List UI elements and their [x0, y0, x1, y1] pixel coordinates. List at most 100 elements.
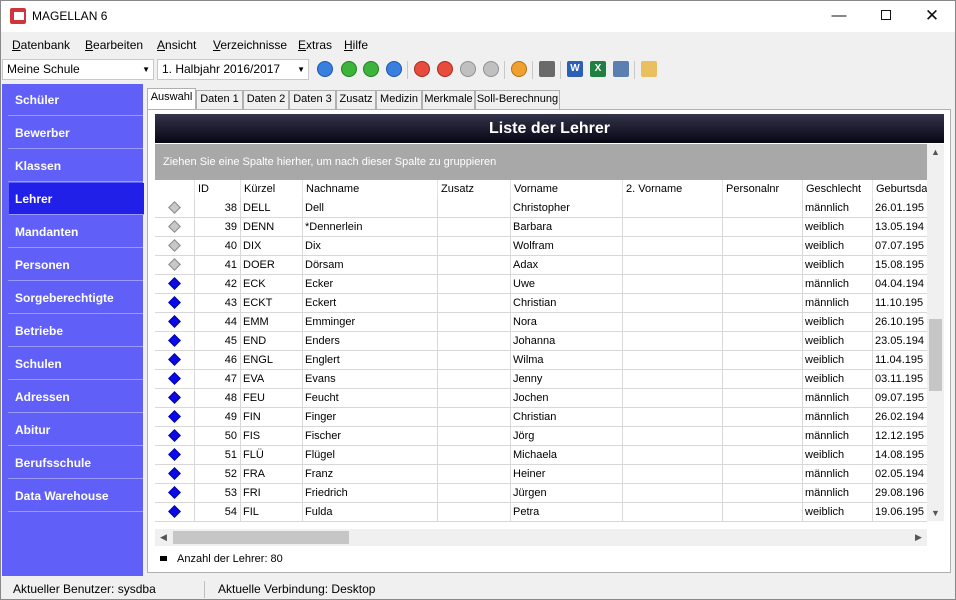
- tab-daten-2[interactable]: Daten 2: [243, 90, 289, 109]
- table-row[interactable]: 46 ENGL Englert Wilma weiblich 11.04.195: [155, 351, 927, 370]
- tab-medizin[interactable]: Medizin: [376, 90, 422, 109]
- cell-2-vorname[interactable]: [623, 408, 723, 427]
- cell-personalnr[interactable]: [723, 218, 803, 237]
- cell-geschlecht[interactable]: weiblich: [803, 332, 873, 351]
- cell-vorname[interactable]: Adax: [511, 256, 623, 275]
- header-kuerzel[interactable]: Kürzel: [241, 180, 303, 199]
- cell-status[interactable]: [155, 313, 195, 332]
- cell-status[interactable]: [155, 351, 195, 370]
- cell-nachname[interactable]: Eckert: [303, 294, 438, 313]
- cell-kuerzel[interactable]: DOER: [241, 256, 303, 275]
- table-row[interactable]: 43 ECKT Eckert Christian männlich 11.10.195: [155, 294, 927, 313]
- cell-zusatz[interactable]: [438, 427, 511, 446]
- cell-vorname[interactable]: Christian: [511, 408, 623, 427]
- cell-geburtsdatum[interactable]: 26.02.194: [873, 408, 927, 427]
- table-row[interactable]: 39 DENN *Dennerlein Barbara weiblich 13.05.19…: [155, 218, 927, 237]
- cell-kuerzel[interactable]: FIS: [241, 427, 303, 446]
- header-geburtsdatum[interactable]: Geburtsda: [873, 180, 927, 199]
- cell-id[interactable]: 53: [195, 484, 241, 503]
- cell-2-vorname[interactable]: [623, 218, 723, 237]
- cell-id[interactable]: 38: [195, 199, 241, 218]
- menu-ansicht[interactable]: Ansicht: [157, 38, 196, 52]
- table-row[interactable]: 41 DOER Dörsam Adax weiblich 15.08.195: [155, 256, 927, 275]
- cell-geschlecht[interactable]: männlich: [803, 275, 873, 294]
- word-export-icon[interactable]: W: [567, 61, 583, 77]
- cell-nachname[interactable]: Fulda: [303, 503, 438, 522]
- cell-zusatz[interactable]: [438, 218, 511, 237]
- cell-kuerzel[interactable]: FRA: [241, 465, 303, 484]
- cell-2-vorname[interactable]: [623, 503, 723, 522]
- table-row[interactable]: 52 FRA Franz Heiner männlich 02.05.194: [155, 465, 927, 484]
- cell-personalnr[interactable]: [723, 389, 803, 408]
- cell-zusatz[interactable]: [438, 465, 511, 484]
- cell-personalnr[interactable]: [723, 484, 803, 503]
- cell-geschlecht[interactable]: männlich: [803, 484, 873, 503]
- minimize-button[interactable]: —: [816, 1, 862, 32]
- cell-nachname[interactable]: Dörsam: [303, 256, 438, 275]
- previous-record-icon[interactable]: [341, 61, 357, 77]
- sidebar-item-sorgeberechtigte[interactable]: Sorgeberechtigte: [8, 282, 143, 314]
- table-row[interactable]: 42 ECK Ecker Uwe männlich 04.04.194: [155, 275, 927, 294]
- cell-id[interactable]: 42: [195, 275, 241, 294]
- school-select[interactable]: Meine Schule ▼: [2, 59, 154, 80]
- confirm-icon[interactable]: [460, 61, 476, 77]
- print-icon[interactable]: [539, 61, 555, 77]
- cell-nachname[interactable]: Englert: [303, 351, 438, 370]
- add-record-icon[interactable]: [414, 61, 430, 77]
- vertical-scrollbar[interactable]: ▲ ▼: [927, 144, 944, 521]
- cell-2-vorname[interactable]: [623, 427, 723, 446]
- cell-geschlecht[interactable]: männlich: [803, 465, 873, 484]
- cell-2-vorname[interactable]: [623, 484, 723, 503]
- header-geschlecht[interactable]: Geschlecht: [803, 180, 873, 199]
- cell-zusatz[interactable]: [438, 313, 511, 332]
- resize-grip-icon[interactable]: [943, 588, 953, 598]
- maximize-button[interactable]: [863, 1, 909, 32]
- cell-geburtsdatum[interactable]: 12.12.195: [873, 427, 927, 446]
- cell-geburtsdatum[interactable]: 19.06.195: [873, 503, 927, 522]
- sidebar-item-schueler[interactable]: Schüler: [8, 84, 143, 116]
- menu-datenbank[interactable]: Datenbank: [12, 38, 70, 52]
- header-2-vorname[interactable]: 2. Vorname: [623, 180, 723, 199]
- term-select[interactable]: 1. Halbjahr 2016/2017 ▼: [157, 59, 309, 80]
- cell-geburtsdatum[interactable]: 14.08.195: [873, 446, 927, 465]
- cell-zusatz[interactable]: [438, 199, 511, 218]
- cell-2-vorname[interactable]: [623, 256, 723, 275]
- cell-geburtsdatum[interactable]: 02.05.194: [873, 465, 927, 484]
- cell-personalnr[interactable]: [723, 199, 803, 218]
- cell-geburtsdatum[interactable]: 23.05.194: [873, 332, 927, 351]
- cell-2-vorname[interactable]: [623, 446, 723, 465]
- header-id[interactable]: ID: [195, 180, 241, 199]
- cell-nachname[interactable]: Feucht: [303, 389, 438, 408]
- cell-nachname[interactable]: Enders: [303, 332, 438, 351]
- cell-geschlecht[interactable]: männlich: [803, 294, 873, 313]
- cell-status[interactable]: [155, 294, 195, 313]
- scroll-right-arrow-icon[interactable]: ▶: [910, 529, 927, 546]
- cell-vorname[interactable]: Jochen: [511, 389, 623, 408]
- cell-personalnr[interactable]: [723, 446, 803, 465]
- tab-daten-1[interactable]: Daten 1: [196, 90, 243, 109]
- cell-status[interactable]: [155, 427, 195, 446]
- cell-kuerzel[interactable]: END: [241, 332, 303, 351]
- cell-2-vorname[interactable]: [623, 465, 723, 484]
- cell-nachname[interactable]: Flügel: [303, 446, 438, 465]
- sidebar-item-berufsschule[interactable]: Berufsschule: [8, 447, 143, 479]
- cell-personalnr[interactable]: [723, 313, 803, 332]
- cell-personalnr[interactable]: [723, 332, 803, 351]
- cell-2-vorname[interactable]: [623, 389, 723, 408]
- cell-vorname[interactable]: Heiner: [511, 465, 623, 484]
- cell-status[interactable]: [155, 484, 195, 503]
- sidebar-item-data-warehouse[interactable]: Data Warehouse: [8, 480, 143, 512]
- cell-vorname[interactable]: Wilma: [511, 351, 623, 370]
- delete-record-icon[interactable]: [437, 61, 453, 77]
- cell-geschlecht[interactable]: weiblich: [803, 370, 873, 389]
- cell-kuerzel[interactable]: FRI: [241, 484, 303, 503]
- cell-personalnr[interactable]: [723, 408, 803, 427]
- cell-zusatz[interactable]: [438, 256, 511, 275]
- table-row[interactable]: 51 FLÜ Flügel Michaela weiblich 14.08.195: [155, 446, 927, 465]
- cell-geburtsdatum[interactable]: 26.10.195: [873, 313, 927, 332]
- cell-zusatz[interactable]: [438, 446, 511, 465]
- cell-geburtsdatum[interactable]: 09.07.195: [873, 389, 927, 408]
- cell-geburtsdatum[interactable]: 26.01.195: [873, 199, 927, 218]
- cell-zusatz[interactable]: [438, 370, 511, 389]
- cell-zusatz[interactable]: [438, 408, 511, 427]
